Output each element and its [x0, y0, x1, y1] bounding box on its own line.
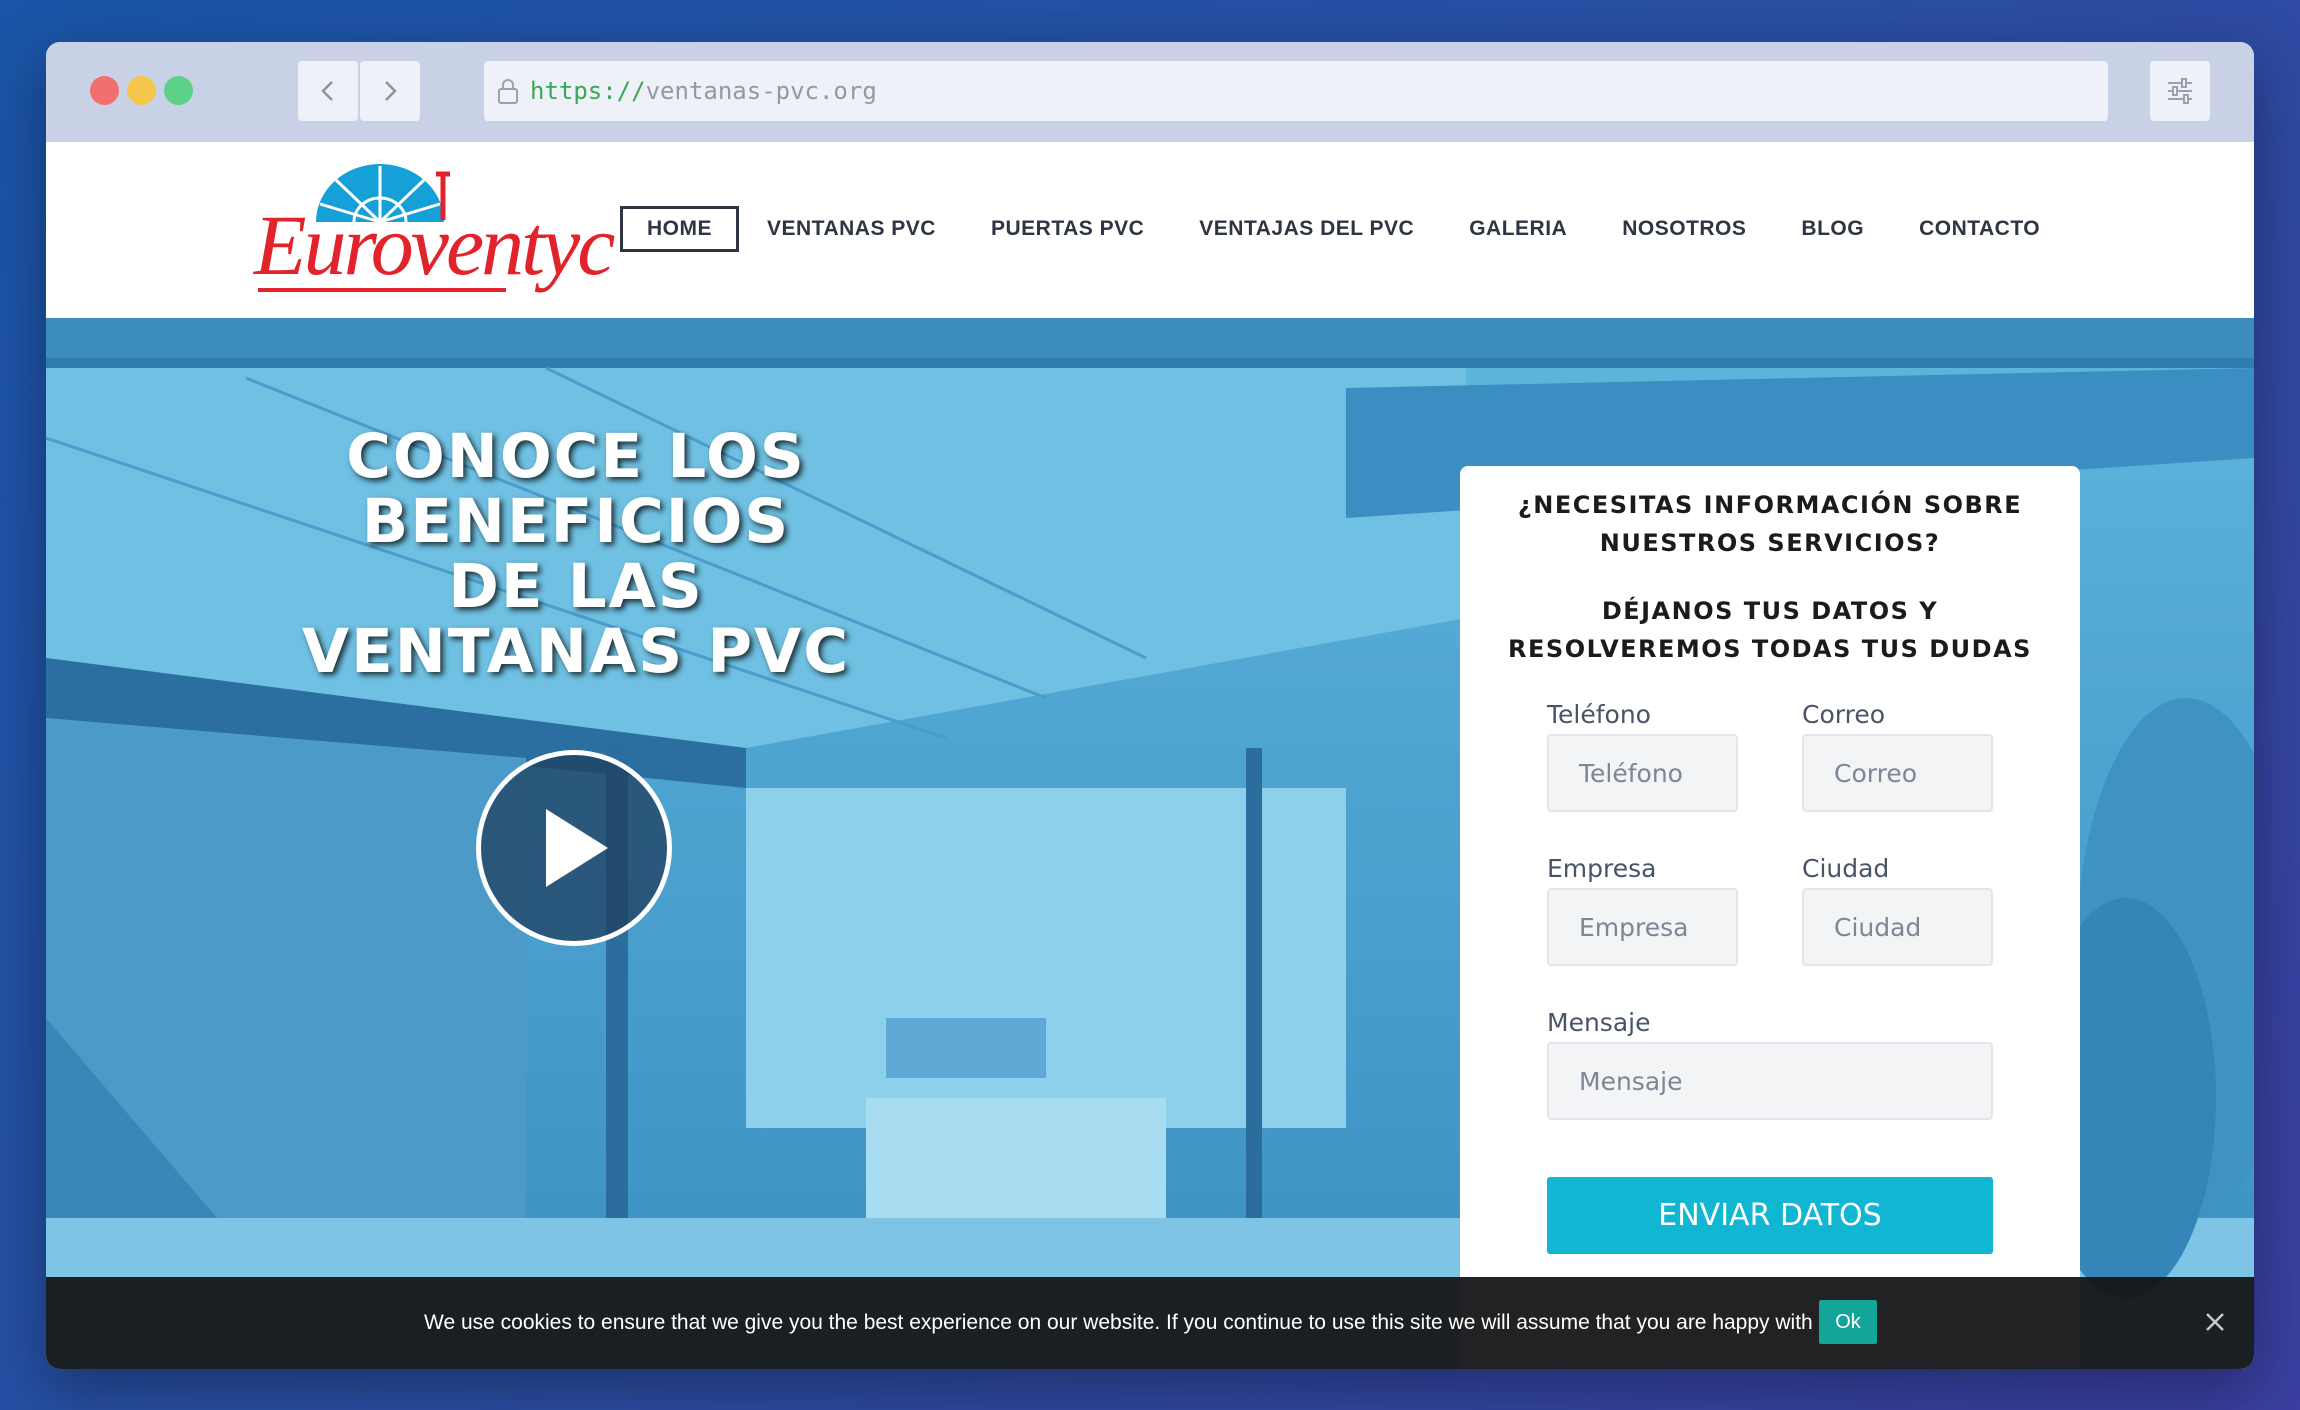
nav-home[interactable]: HOME [620, 206, 739, 252]
url-scheme: https:// [530, 77, 646, 105]
form-heading-question-line-2: NUESTROS SERVICIOS? [1599, 529, 1941, 557]
nav-ventajas-del-pvc[interactable]: VENTAJAS DEL PVC [1199, 217, 1414, 241]
nav-puertas-pvc[interactable]: PUERTAS PVC [991, 217, 1144, 241]
logo-underline [258, 288, 506, 292]
mensaje-label: Mensaje [1547, 1008, 1651, 1037]
back-button[interactable] [298, 61, 358, 121]
forward-arrow-icon [385, 81, 397, 101]
form-heading-invite-line-2: RESOLVEREMOS TODAS TUS DUDAS [1508, 635, 2032, 663]
form-heading-question: ¿NECESITAS INFORMACIÓN SOBRE NUESTROS SE… [1460, 486, 2080, 562]
form-heading-question-line-1: ¿NECESITAS INFORMACIÓN SOBRE [1517, 491, 2023, 519]
minimize-window-dot[interactable] [127, 76, 156, 105]
nav-nosotros[interactable]: NOSOTROS [1622, 217, 1746, 241]
hero-title-line-4: VENTANAS PVC [301, 616, 851, 687]
forward-button[interactable] [360, 61, 420, 121]
site-header: Euroventyc HOME VENTANAS PVC PUERTAS PVC… [46, 142, 2254, 318]
nav-ventanas-pvc[interactable]: VENTANAS PVC [767, 217, 936, 241]
correo-field[interactable]: Correo [1802, 734, 1993, 812]
enviar-datos-button[interactable]: ENVIAR DATOS [1547, 1177, 1993, 1254]
hero-title-line-1: CONOCE LOS [346, 421, 806, 492]
url-host: ventanas-pvc.org [645, 77, 877, 105]
empresa-label: Empresa [1547, 854, 1657, 883]
hero-title-line-2: BENEFICIOS [361, 486, 791, 557]
nav-contacto[interactable]: CONTACTO [1919, 217, 2040, 241]
site-logo[interactable]: Euroventyc [254, 164, 615, 294]
cookie-banner: We use cookies to ensure that we give yo… [46, 1277, 2254, 1369]
back-arrow-icon [321, 81, 333, 101]
play-icon [546, 809, 608, 887]
cookie-message: We use cookies to ensure that we give yo… [424, 1311, 1835, 1334]
lock-icon [498, 79, 518, 104]
form-heading-invite: DÉJANOS TUS DATOS Y RESOLVEREMOS TODAS T… [1460, 592, 2080, 668]
close-icon[interactable] [2204, 1311, 2226, 1333]
maximize-window-dot[interactable] [164, 76, 193, 105]
mensaje-field[interactable]: Mensaje [1547, 1042, 1993, 1120]
sliders-icon [2168, 78, 2192, 104]
browser-window: https://ventanas-pvc.org Euroventyc HOME… [46, 42, 2254, 1369]
play-video-button[interactable] [476, 750, 672, 946]
hero-section: CONOCE LOS BENEFICIOS DE LAS VENTANAS PV… [46, 318, 2254, 1369]
ciudad-label: Ciudad [1802, 854, 1890, 883]
nav-galeria[interactable]: GALERIA [1469, 217, 1567, 241]
telefono-label: Teléfono [1547, 700, 1651, 729]
main-nav: HOME VENTANAS PVC PUERTAS PVC VENTAJAS D… [620, 206, 2095, 252]
contact-form-card: ¿NECESITAS INFORMACIÓN SOBRE NUESTROS SE… [1460, 466, 2080, 1369]
correo-label: Correo [1802, 700, 1885, 729]
cookie-ok-button[interactable]: Ok [1819, 1300, 1877, 1344]
ciudad-field[interactable]: Ciudad [1802, 888, 1993, 966]
logo-wordmark: Euroventyc [254, 197, 615, 293]
browser-chrome: https://ventanas-pvc.org [46, 42, 2254, 142]
empresa-field[interactable]: Empresa [1547, 888, 1738, 966]
nav-blog[interactable]: BLOG [1801, 217, 1864, 241]
close-window-dot[interactable] [90, 76, 119, 105]
address-bar[interactable]: https://ventanas-pvc.org [484, 61, 2108, 121]
browser-settings-button[interactable] [2150, 61, 2210, 121]
telefono-field[interactable]: Teléfono [1547, 734, 1738, 812]
hero-title-line-3: DE LAS [448, 551, 704, 622]
form-heading-invite-line-1: DÉJANOS TUS DATOS Y [1601, 597, 1939, 625]
hero-title: CONOCE LOS BENEFICIOS DE LAS VENTANAS PV… [246, 424, 906, 684]
